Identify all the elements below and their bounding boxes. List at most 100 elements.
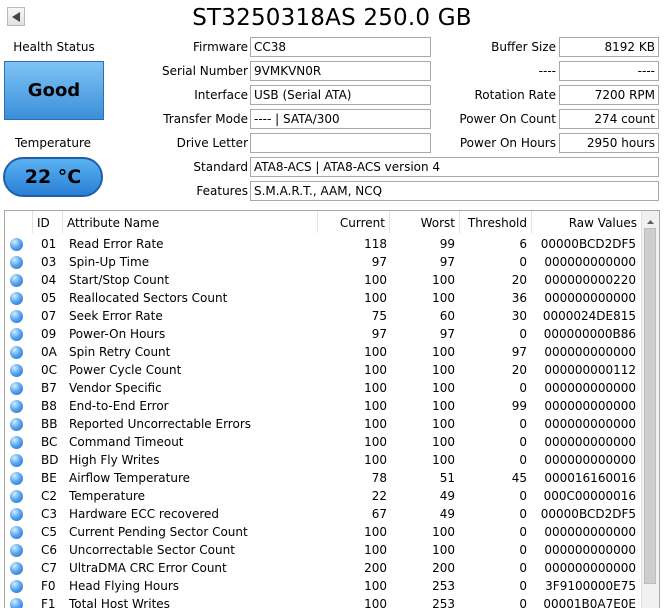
health-status-button[interactable]: Good bbox=[4, 61, 104, 120]
scrollbar-thumb[interactable] bbox=[644, 228, 656, 584]
cell-worst: 100 bbox=[432, 525, 455, 539]
firmware-label: Firmware bbox=[193, 40, 248, 54]
cell-threshold: 30 bbox=[511, 309, 527, 323]
table-row[interactable]: F1 Total Host Writes 100 253 0 00001B0A7E0E bbox=[5, 595, 643, 608]
cell-worst: 253 bbox=[432, 579, 455, 593]
cell-raw-values: 000000000000 bbox=[544, 453, 636, 467]
status-dot-icon bbox=[10, 508, 23, 521]
features-label: Features bbox=[196, 184, 248, 198]
power-on-count-field: 274 count bbox=[559, 109, 659, 129]
table-row[interactable]: 04 Start/Stop Count 100 100 20 000000000220 bbox=[5, 271, 643, 289]
cell-threshold: 0 bbox=[519, 579, 527, 593]
cell-threshold: 97 bbox=[511, 345, 527, 359]
cell-worst: 99 bbox=[439, 237, 455, 251]
cell-attribute-name: Current Pending Sector Count bbox=[69, 525, 248, 539]
status-dot-icon bbox=[10, 472, 23, 485]
cell-raw-values: 000000000000 bbox=[544, 255, 636, 269]
header-worst[interactable]: Worst bbox=[390, 211, 460, 233]
cell-current: 100 bbox=[364, 543, 387, 557]
table-row[interactable]: 07 Seek Error Rate 75 60 30 0000024DE815 bbox=[5, 307, 643, 325]
cell-current: 75 bbox=[371, 309, 387, 323]
table-row[interactable]: 03 Spin-Up Time 97 97 0 000000000000 bbox=[5, 253, 643, 271]
status-dot-icon bbox=[10, 382, 23, 395]
cell-threshold: 99 bbox=[511, 399, 527, 413]
table-row[interactable]: BD High Fly Writes 100 100 0 000000000000 bbox=[5, 451, 643, 469]
cell-raw-values: 000C00000016 bbox=[543, 489, 636, 503]
table-row[interactable]: C5 Current Pending Sector Count 100 100 0 000… bbox=[5, 523, 643, 541]
status-dot-icon bbox=[10, 238, 23, 251]
transfer-mode-label: Transfer Mode bbox=[163, 112, 248, 126]
cell-worst: 200 bbox=[432, 561, 455, 575]
cell-raw-values: 000000000000 bbox=[544, 543, 636, 557]
cell-threshold: 0 bbox=[519, 327, 527, 341]
cell-raw-values: 3F9100000E75 bbox=[545, 579, 636, 593]
table-row[interactable]: C3 Hardware ECC recovered 67 49 0 00000BCD2DF… bbox=[5, 505, 643, 523]
cell-raw-values: 000000000000 bbox=[544, 381, 636, 395]
table-row[interactable]: 09 Power-On Hours 97 97 0 000000000B86 bbox=[5, 325, 643, 343]
cell-raw-values: 00001B0A7E0E bbox=[543, 597, 636, 608]
drive-letter-label: Drive Letter bbox=[176, 136, 248, 150]
table-row[interactable]: C6 Uncorrectable Sector Count 100 100 0 00000… bbox=[5, 541, 643, 559]
temperature-button[interactable]: 22 °C bbox=[3, 157, 103, 197]
cell-attribute-name: Read Error Rate bbox=[69, 237, 164, 251]
vertical-scrollbar[interactable] bbox=[641, 211, 659, 608]
header-raw-values[interactable]: Raw Values bbox=[532, 211, 641, 233]
nv-cache-label: ---- bbox=[538, 64, 556, 78]
table-row[interactable]: C2 Temperature 22 49 0 000C00000016 bbox=[5, 487, 643, 505]
standard-label: Standard bbox=[193, 160, 248, 174]
cell-worst: 100 bbox=[432, 399, 455, 413]
cell-id: F0 bbox=[41, 579, 56, 593]
scroll-up-arrow-icon bbox=[647, 213, 654, 227]
smart-attribute-table[interactable]: ID Attribute Name Current Worst Threshol… bbox=[4, 210, 660, 608]
scroll-up-button[interactable] bbox=[642, 211, 659, 228]
table-row[interactable]: B7 Vendor Specific 100 100 0 000000000000 bbox=[5, 379, 643, 397]
cell-threshold: 6 bbox=[519, 237, 527, 251]
table-row[interactable]: F0 Head Flying Hours 100 253 0 3F9100000E75 bbox=[5, 577, 643, 595]
cell-raw-values: 0000024DE815 bbox=[542, 309, 636, 323]
status-dot-icon bbox=[10, 454, 23, 467]
cell-current: 78 bbox=[371, 471, 387, 485]
table-row[interactable]: BC Command Timeout 100 100 0 000000000000 bbox=[5, 433, 643, 451]
cell-id: C6 bbox=[41, 543, 58, 557]
rotation-rate-field: 7200 RPM bbox=[559, 85, 659, 105]
cell-threshold: 0 bbox=[519, 561, 527, 575]
power-on-hours-label: Power On Hours bbox=[459, 136, 556, 150]
cell-id: BC bbox=[41, 435, 58, 449]
status-dot-icon bbox=[10, 328, 23, 341]
header-attribute-name[interactable]: Attribute Name bbox=[63, 211, 318, 233]
cell-id: C2 bbox=[41, 489, 58, 503]
cell-threshold: 0 bbox=[519, 453, 527, 467]
table-row[interactable]: 05 Reallocated Sectors Count 100 100 36 00000… bbox=[5, 289, 643, 307]
cell-id: B8 bbox=[41, 399, 57, 413]
cell-worst: 60 bbox=[439, 309, 455, 323]
cell-threshold: 45 bbox=[511, 471, 527, 485]
cell-threshold: 20 bbox=[511, 273, 527, 287]
drive-title: ST3250318AS 250.0 GB bbox=[192, 5, 472, 31]
cell-worst: 100 bbox=[432, 417, 455, 431]
cell-threshold: 0 bbox=[519, 417, 527, 431]
table-row[interactable]: C7 UltraDMA CRC Error Count 200 200 0 0000000… bbox=[5, 559, 643, 577]
firmware-field: CC38 bbox=[250, 37, 431, 57]
serial-number-field: 9VMKVN0R bbox=[250, 61, 431, 81]
table-row[interactable]: 0C Power Cycle Count 100 100 20 000000000112 bbox=[5, 361, 643, 379]
cell-id: 03 bbox=[41, 255, 57, 269]
cell-id: F1 bbox=[41, 597, 56, 608]
cell-threshold: 0 bbox=[519, 507, 527, 521]
cell-threshold: 0 bbox=[519, 489, 527, 503]
cell-attribute-name: Uncorrectable Sector Count bbox=[69, 543, 235, 557]
power-on-count-label: Power On Count bbox=[459, 112, 556, 126]
table-row[interactable]: BE Airflow Temperature 78 51 45 000016160016 bbox=[5, 469, 643, 487]
header-id[interactable]: ID bbox=[33, 211, 63, 233]
cell-worst: 100 bbox=[432, 453, 455, 467]
drive-letter-field bbox=[250, 133, 431, 153]
table-row[interactable]: B8 End-to-End Error 100 100 99 000000000000 bbox=[5, 397, 643, 415]
table-row[interactable]: 01 Read Error Rate 118 99 6 00000BCD2DF5 bbox=[5, 235, 643, 253]
table-row[interactable]: BB Reported Uncorrectable Errors 100 100 0 00… bbox=[5, 415, 643, 433]
header-threshold[interactable]: Threshold bbox=[460, 211, 532, 233]
cell-id: BE bbox=[41, 471, 57, 485]
header-current[interactable]: Current bbox=[318, 211, 390, 233]
health-status-value: Good bbox=[27, 80, 81, 101]
cell-current: 97 bbox=[371, 327, 387, 341]
table-row[interactable]: 0A Spin Retry Count 100 100 97 000000000000 bbox=[5, 343, 643, 361]
cell-id: C7 bbox=[41, 561, 58, 575]
